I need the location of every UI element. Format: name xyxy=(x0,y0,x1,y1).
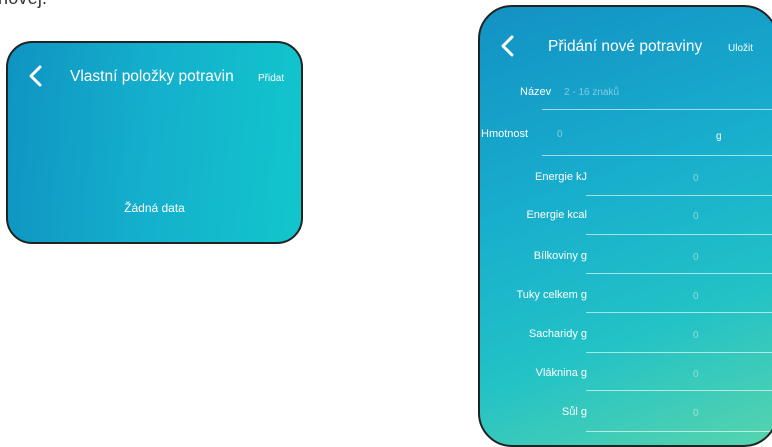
nutrient-input[interactable]: 0 xyxy=(693,330,699,341)
nutrient-label: Energie kcal xyxy=(526,209,587,221)
nutrient-input[interactable]: 0 xyxy=(693,369,699,380)
nutrient-input[interactable]: 0 xyxy=(693,211,699,222)
custom-foods-screen: Vlastní položky potravin Přidat Žádná da… xyxy=(6,41,303,244)
nutrient-label: Sacharidy g xyxy=(528,328,587,340)
nutrient-underline xyxy=(586,195,772,196)
caption-text: novej. xyxy=(0,0,47,9)
weight-input[interactable]: 0 xyxy=(557,129,563,140)
nutrient-underline xyxy=(586,390,772,391)
nutrient-label: Tuky celkem g xyxy=(516,289,587,301)
nutrient-label: Sůl g xyxy=(561,406,587,418)
screen-title: Přidání nové potraviny xyxy=(548,38,703,55)
nutrient-input[interactable]: 0 xyxy=(693,173,699,184)
nutrient-underline xyxy=(586,352,772,353)
name-label: Název xyxy=(520,86,552,98)
nutrient-input[interactable]: 0 xyxy=(693,252,699,263)
nutrient-underline xyxy=(586,234,772,235)
screen-title: Vlastní položky potravin xyxy=(70,68,234,85)
name-underline xyxy=(542,109,772,110)
add-button[interactable]: Přidat xyxy=(258,73,284,84)
weight-underline xyxy=(542,155,772,156)
nutrient-underline xyxy=(586,431,772,432)
nutrient-underline xyxy=(586,273,772,274)
nutrient-input[interactable]: 0 xyxy=(693,291,699,302)
nutrient-underline xyxy=(586,312,772,313)
nutrient-label: Bílkoviny g xyxy=(533,250,587,262)
chevron-left-icon[interactable] xyxy=(498,34,518,58)
add-food-screen: Přidání nové potraviny Uložit Název 2 - … xyxy=(478,5,772,447)
weight-label: Hmotnost xyxy=(481,128,529,140)
save-button[interactable]: Uložit xyxy=(728,43,753,54)
nutrient-input[interactable]: 0 xyxy=(693,408,699,419)
chevron-left-icon[interactable] xyxy=(26,64,46,88)
name-input[interactable]: 2 - 16 znaků xyxy=(564,87,619,98)
weight-unit: g xyxy=(716,131,722,142)
empty-state-message: Žádná data xyxy=(124,201,185,215)
nutrient-label: Vláknina g xyxy=(535,367,587,379)
nutrient-label: Energie kJ xyxy=(535,171,587,183)
